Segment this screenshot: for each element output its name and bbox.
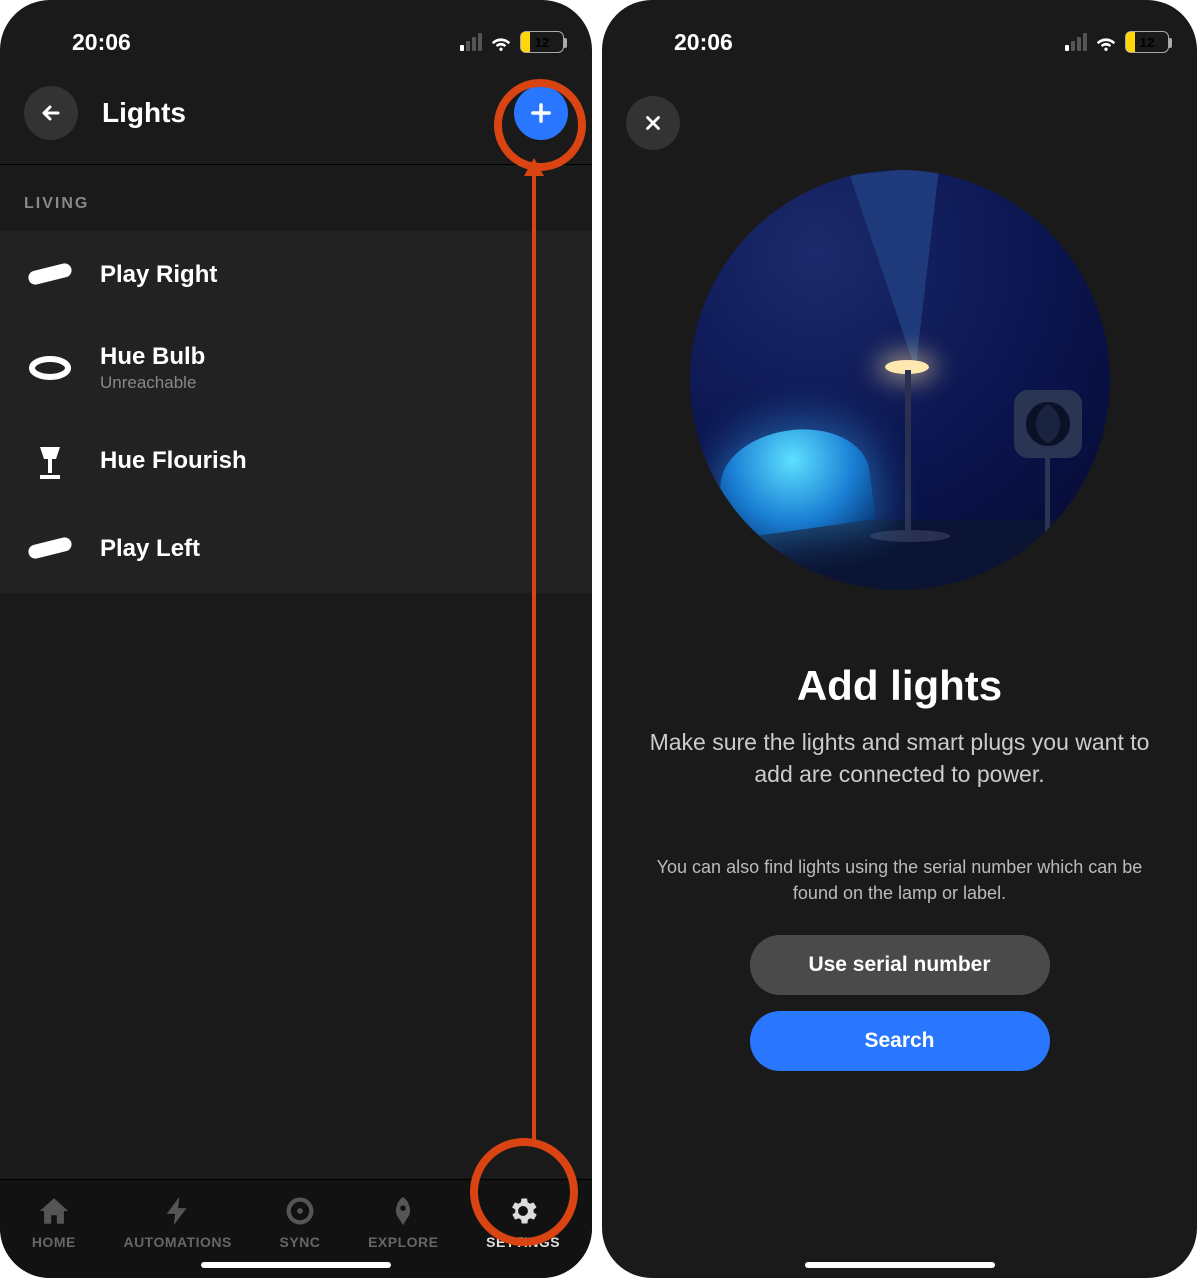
light-name: Hue Flourish xyxy=(100,447,247,475)
lights-screen: 20:06 12 Lights LIVING Play xyxy=(0,0,592,1278)
cellular-signal-icon xyxy=(1065,33,1087,51)
sync-icon xyxy=(283,1194,317,1228)
action-buttons: Use serial number Search xyxy=(602,935,1197,1071)
rocket-icon xyxy=(386,1194,420,1228)
tab-sync[interactable]: SYNC xyxy=(280,1194,321,1250)
add-lights-title: Add lights xyxy=(602,662,1197,710)
list-item[interactable]: Play Right xyxy=(0,231,592,319)
home-indicator[interactable] xyxy=(805,1262,995,1268)
tab-label: SYNC xyxy=(280,1234,321,1250)
status-icons: 12 xyxy=(460,31,564,53)
list-item[interactable]: Hue Flourish xyxy=(0,417,592,505)
bulb-icon xyxy=(24,348,76,388)
screen-header: Lights xyxy=(0,70,592,165)
status-bar: 20:06 12 xyxy=(602,0,1197,70)
use-serial-number-button[interactable]: Use serial number xyxy=(750,935,1050,995)
battery-indicator: 12 xyxy=(1125,31,1169,53)
back-button[interactable] xyxy=(24,86,78,140)
tab-label: AUTOMATIONS xyxy=(123,1234,231,1250)
battery-indicator: 12 xyxy=(520,31,564,53)
search-button[interactable]: Search xyxy=(750,1011,1050,1071)
add-lights-subtitle: Make sure the lights and smart plugs you… xyxy=(602,710,1197,790)
tab-home[interactable]: HOME xyxy=(32,1194,76,1250)
tab-label: HOME xyxy=(32,1234,76,1250)
home-icon xyxy=(37,1194,71,1228)
light-status: Unreachable xyxy=(100,373,205,393)
add-lights-screen: 20:06 12 Add lights Make sure the lights… xyxy=(602,0,1197,1278)
status-time: 20:06 xyxy=(28,29,131,56)
tab-settings[interactable]: SETTINGS xyxy=(486,1194,560,1250)
serial-hint-text: You can also find lights using the seria… xyxy=(602,790,1197,906)
status-icons: 12 xyxy=(1065,31,1169,53)
playbar-icon xyxy=(24,255,76,295)
list-item[interactable]: Play Left xyxy=(0,505,592,593)
light-name: Hue Bulb xyxy=(100,343,205,371)
status-time: 20:06 xyxy=(630,29,733,56)
wifi-icon xyxy=(1095,31,1117,53)
add-lights-illustration xyxy=(690,170,1110,590)
status-bar: 20:06 12 xyxy=(0,0,592,70)
cellular-signal-icon xyxy=(460,33,482,51)
bolt-icon xyxy=(161,1194,195,1228)
wifi-icon xyxy=(490,31,512,53)
tablelamp-icon xyxy=(24,441,76,481)
tab-automations[interactable]: AUTOMATIONS xyxy=(123,1194,231,1250)
section-header-living: LIVING xyxy=(0,165,592,231)
tab-label: EXPLORE xyxy=(368,1234,438,1250)
playbar-icon xyxy=(24,529,76,569)
light-name: Play Left xyxy=(100,535,200,563)
tab-explore[interactable]: EXPLORE xyxy=(368,1194,438,1250)
add-light-button[interactable] xyxy=(514,86,568,140)
close-button[interactable] xyxy=(626,96,680,150)
lights-list: Play Right Hue Bulb Unreachable Hue Flou… xyxy=(0,231,592,593)
gear-icon xyxy=(506,1194,540,1228)
plus-icon xyxy=(527,99,555,127)
annotation-arrow-head xyxy=(524,158,544,176)
annotation-arrow-line xyxy=(532,170,536,1142)
arrow-left-icon xyxy=(39,101,63,125)
list-item[interactable]: Hue Bulb Unreachable xyxy=(0,319,592,417)
light-name: Play Right xyxy=(100,261,217,289)
battery-percent: 12 xyxy=(521,35,563,50)
close-icon xyxy=(642,112,664,134)
home-indicator[interactable] xyxy=(201,1262,391,1268)
page-title: Lights xyxy=(102,97,186,129)
battery-percent: 12 xyxy=(1126,35,1168,50)
tab-label: SETTINGS xyxy=(486,1234,560,1250)
